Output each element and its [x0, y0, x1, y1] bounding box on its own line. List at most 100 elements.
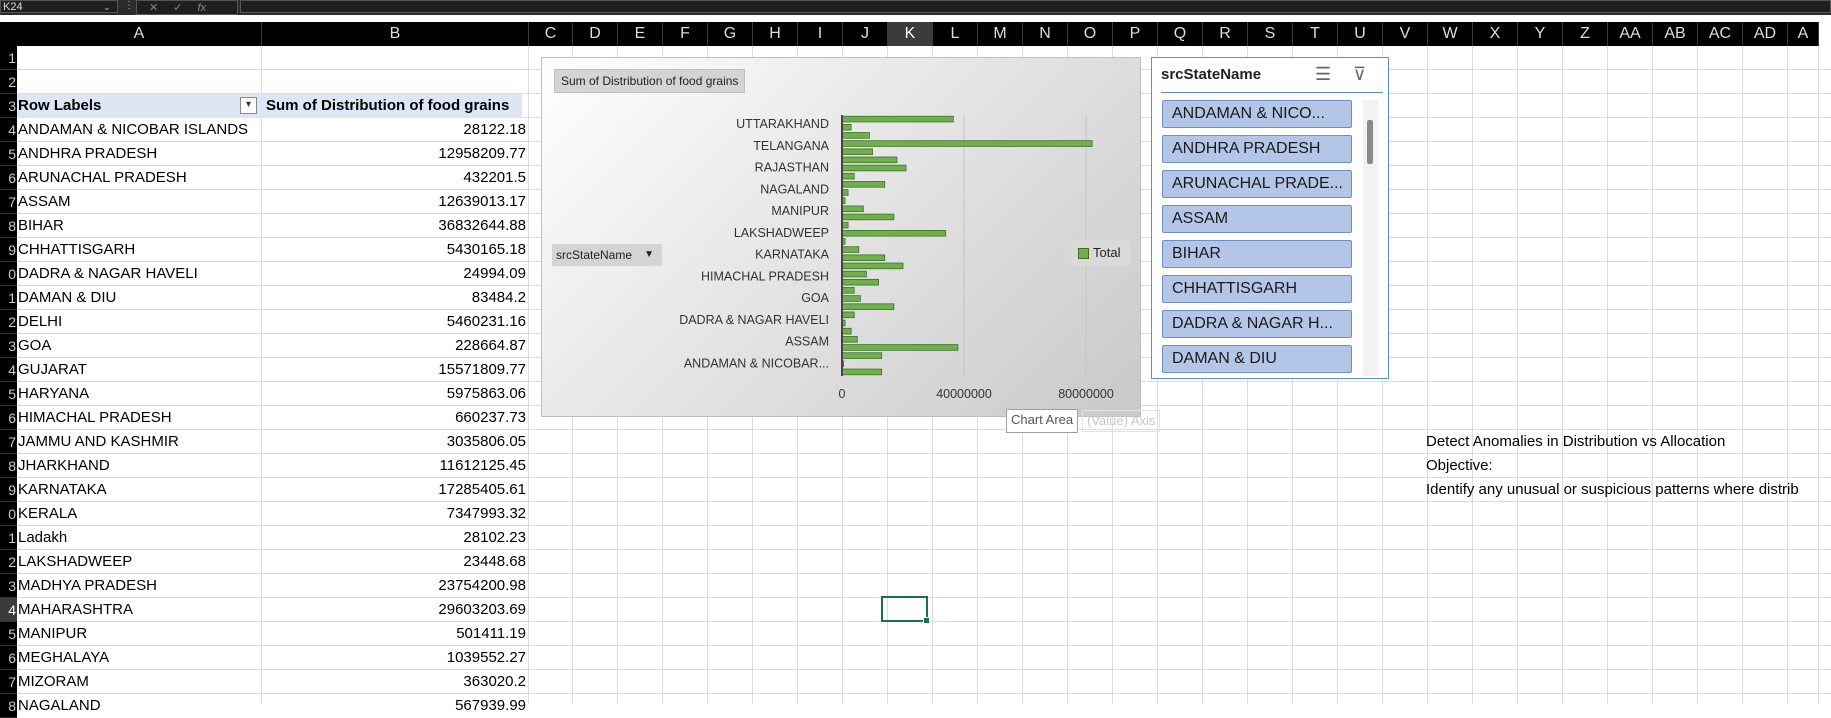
- pivot-row-value[interactable]: 432201.5: [262, 166, 526, 190]
- pivot-row-value[interactable]: 5975863.06: [262, 382, 526, 406]
- column-header[interactable]: O: [1068, 22, 1113, 46]
- confirm-icon[interactable]: ✓: [173, 2, 182, 14]
- pivot-row-value[interactable]: 1039552.27: [262, 646, 526, 670]
- pivot-row-value[interactable]: 24994.09: [262, 262, 526, 286]
- chart-legend[interactable]: Total: [1070, 240, 1130, 266]
- pivot-row-label[interactable]: KARNATAKA: [18, 478, 107, 502]
- row-header[interactable]: 2: [0, 310, 17, 334]
- chart-bar[interactable]: [841, 213, 895, 221]
- column-header[interactable]: E: [618, 22, 663, 46]
- column-header[interactable]: AD: [1743, 22, 1788, 46]
- chart-bar[interactable]: [841, 303, 895, 310]
- pivot-row-value[interactable]: 23448.68: [262, 550, 526, 574]
- row-header[interactable]: 6: [0, 166, 17, 190]
- pivot-row-label[interactable]: HARYANA: [18, 382, 89, 406]
- pivot-row-value[interactable]: 29603203.69: [262, 598, 526, 622]
- pivot-row-value[interactable]: 28102.23: [262, 526, 526, 550]
- column-header[interactable]: L: [933, 22, 978, 46]
- slicer-item[interactable]: CHHATTISGARH: [1162, 275, 1352, 303]
- pivot-row-value[interactable]: 17285405.61: [262, 478, 526, 502]
- column-header[interactable]: AC: [1698, 22, 1743, 46]
- chart-bar[interactable]: [841, 270, 867, 278]
- chart-bar[interactable]: [841, 352, 883, 359]
- row-header[interactable]: 1: [0, 46, 17, 70]
- scroll-thumb[interactable]: [1367, 120, 1373, 164]
- pivot-row-value[interactable]: 228664.87: [262, 334, 526, 358]
- slicer-item[interactable]: DADRA & NAGAR H...: [1162, 310, 1352, 338]
- chart-bar[interactable]: [841, 230, 947, 237]
- pivot-row-label[interactable]: Ladakh: [18, 526, 67, 550]
- row-header[interactable]: 5: [0, 382, 17, 406]
- column-header[interactable]: G: [708, 22, 753, 46]
- pivot-row-label[interactable]: JHARKHAND: [18, 454, 110, 478]
- note-objective[interactable]: Objective:: [1426, 454, 1493, 478]
- slicer-item[interactable]: ASSAM: [1162, 205, 1352, 233]
- row-header[interactable]: 6: [0, 646, 17, 670]
- cancel-icon[interactable]: ✕: [149, 2, 158, 14]
- row-header[interactable]: 8: [0, 694, 17, 718]
- pivot-row-value[interactable]: 11612125.45: [262, 454, 526, 478]
- pivot-row-label[interactable]: ANDAMAN & NICOBAR ISLANDS: [18, 118, 248, 142]
- chart-bar[interactable]: [841, 262, 904, 270]
- pivot-row-label[interactable]: HIMACHAL PRADESH: [18, 406, 172, 430]
- row-header[interactable]: 2: [0, 550, 17, 574]
- chart-bar[interactable]: [841, 344, 959, 351]
- column-header[interactable]: B: [262, 22, 529, 46]
- pivot-chart[interactable]: Sum of Distribution of food grains srcSt…: [541, 57, 1141, 417]
- pivot-row-label[interactable]: MIZORAM: [18, 670, 89, 694]
- pivot-row-label[interactable]: GUJARAT: [18, 358, 87, 382]
- pivot-row-label[interactable]: ARUNACHAL PRADESH: [18, 166, 187, 190]
- row-header[interactable]: 4: [0, 118, 17, 142]
- column-header[interactable]: V: [1383, 22, 1428, 46]
- pivot-row-value[interactable]: 36832644.88: [262, 214, 526, 238]
- pivot-row-value[interactable]: 23754200.98: [262, 574, 526, 598]
- pivot-header-values[interactable]: Sum of Distribution of food grains: [266, 94, 509, 118]
- slicer-item[interactable]: ANDHRA PRADESH: [1162, 135, 1352, 163]
- column-header[interactable]: AA: [1608, 22, 1653, 46]
- active-cell[interactable]: [881, 596, 930, 624]
- column-header[interactable]: P: [1113, 22, 1158, 46]
- pivot-row-label[interactable]: ANDHRA PRADESH: [18, 142, 157, 166]
- column-header[interactable]: K: [888, 22, 933, 46]
- row-header[interactable]: 7: [0, 670, 17, 694]
- column-header[interactable]: S: [1248, 22, 1293, 46]
- formula-input[interactable]: [240, 0, 1831, 13]
- column-header[interactable]: A: [1788, 22, 1819, 46]
- row-header[interactable]: 0: [0, 502, 17, 526]
- row-header[interactable]: 7: [0, 190, 17, 214]
- pivot-row-value[interactable]: 12639013.17: [262, 190, 526, 214]
- pivot-row-value[interactable]: 5460231.16: [262, 310, 526, 334]
- chart-bar[interactable]: [841, 181, 886, 188]
- row-header[interactable]: 9: [0, 238, 17, 262]
- row-header[interactable]: 0: [0, 262, 17, 286]
- pivot-row-label[interactable]: GOA: [18, 334, 51, 358]
- pivot-row-label[interactable]: DAMAN & DIU: [18, 286, 116, 310]
- note-title[interactable]: Detect Anomalies in Distribution vs Allo…: [1426, 430, 1725, 454]
- column-header[interactable]: X: [1473, 22, 1518, 46]
- slicer-item[interactable]: ANDAMAN & NICO...: [1162, 100, 1352, 128]
- filter-dropdown-icon[interactable]: ▾: [240, 97, 257, 114]
- row-header[interactable]: 3: [0, 574, 17, 598]
- slicer[interactable]: srcStateName ☰ ⊽ ANDAMAN & NICO... ANDHRA…: [1151, 57, 1389, 379]
- pivot-row-label[interactable]: MANIPUR: [18, 622, 87, 646]
- column-header[interactable]: D: [573, 22, 618, 46]
- row-header[interactable]: 1: [0, 286, 17, 310]
- chart-bar[interactable]: [841, 295, 861, 302]
- pivot-row-label[interactable]: DELHI: [18, 310, 62, 334]
- pivot-row-value[interactable]: 83484.2: [262, 286, 526, 310]
- slicer-scrollbar[interactable]: [1363, 100, 1378, 376]
- column-header[interactable]: M: [978, 22, 1023, 46]
- column-header[interactable]: AB: [1653, 22, 1698, 46]
- pivot-row-label[interactable]: NAGALAND: [18, 694, 101, 718]
- row-header[interactable]: 5: [0, 142, 17, 166]
- row-header[interactable]: 4: [0, 598, 17, 622]
- clear-filter-icon[interactable]: ⊽: [1353, 64, 1366, 85]
- pivot-row-value[interactable]: 660237.73: [262, 406, 526, 430]
- chart-bar[interactable]: [841, 164, 907, 172]
- row-header[interactable]: 2: [0, 70, 17, 94]
- chart-bar[interactable]: [841, 115, 954, 123]
- pivot-row-value[interactable]: 501411.19: [262, 622, 526, 646]
- chart-bar[interactable]: [841, 246, 860, 253]
- column-header[interactable]: T: [1293, 22, 1338, 46]
- chart-bar[interactable]: [841, 254, 886, 261]
